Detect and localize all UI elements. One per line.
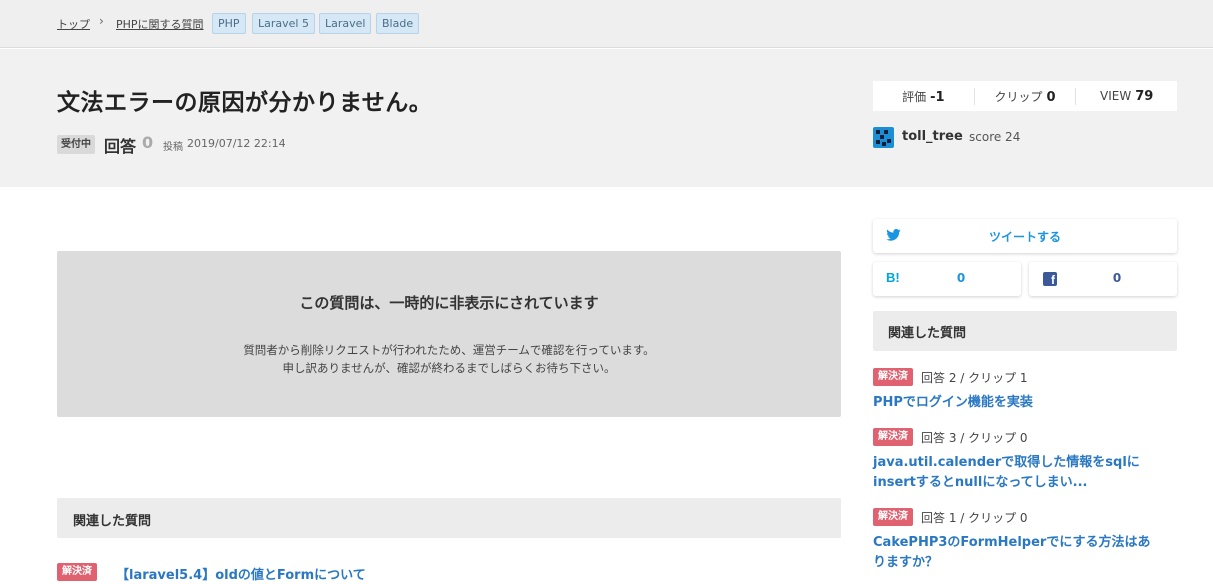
view-label: VIEW [1100,88,1132,103]
list-item: 解決済 回答 1 / クリップ 0 CakePHP3のFormHelperでにす… [873,507,1163,573]
tag-laravel5[interactable]: Laravel 5 [252,13,315,34]
posted-label: 投稿 [163,142,183,153]
view-value: 79 [1135,88,1154,104]
posted-date: 2019/07/12 22:14 [187,137,286,150]
breadcrumb-category-link[interactable]: PHPに関する質問 [116,16,204,32]
tag-php[interactable]: PHP [212,13,246,34]
view-stat: VIEW 79 [1076,89,1177,104]
related-questions-side-header: 関連した質問 [873,311,1177,351]
hidden-question-notice: この質問は、一時的に非表示にされています 質問者から削除リクエストが行われたため… [57,251,841,417]
list-item: 解決済 回答 2 / クリップ 1 PHPでログイン機能を実装 [873,367,1163,413]
list-item: 解決済 回答 3 / クリップ 0 java.util.calenderで取得し… [873,427,1163,493]
solved-badge: 解決済 [873,368,913,386]
related-side-link[interactable]: CakePHP3のFormHelperでにする方法はありますか？ [873,533,1163,573]
breadcrumb-home-link[interactable]: トップ [57,16,90,32]
related-side-heading: 関連した質問 [888,326,967,341]
clip-stat[interactable]: クリップ 0 [975,87,1077,105]
clip-value: 0 [1046,89,1056,105]
solved-badge: 解決済 [873,508,913,526]
rating-label: 評価 [902,89,927,104]
rating-stat: 評価 -1 [873,87,975,105]
avatar[interactable] [873,127,894,148]
solved-badge: 解決済 [873,428,913,446]
related-side-link[interactable]: java.util.calenderで取得した情報をsqlにinsertするとn… [873,453,1163,493]
tag-blade[interactable]: Blade [376,13,420,34]
answer-label: 回答 [104,137,137,156]
hatena-bookmark-button[interactable]: B! 0 [873,262,1021,296]
related-counts: 回答 3 / クリップ 0 [921,430,1028,445]
related-side-link[interactable]: PHPでログイン機能を実装 [873,393,1163,413]
tag-laravel[interactable]: Laravel [319,13,372,34]
related-counts: 回答 1 / クリップ 0 [921,510,1028,525]
clip-label: クリップ [994,89,1043,104]
solved-badge: 解決済 [57,563,97,581]
breadcrumb-separator: › [99,14,104,28]
status-badge: 受付中 [57,135,95,154]
related-questions-main-header: 関連した質問 [57,498,841,538]
question-header: 文法エラーの原因が分かりません。 受付中 回答 0 投稿 2019/07/12 … [0,49,1213,187]
facebook-share-button[interactable]: 0 [1029,262,1177,296]
question-stats: 評価 -1 クリップ 0 VIEW 79 [873,81,1177,111]
notice-title: この質問は、一時的に非表示にされています [299,294,599,312]
rating-value: -1 [930,89,945,105]
user-name-link[interactable]: toll_tree [902,129,963,144]
facebook-count: 0 [1112,271,1122,285]
page-title: 文法エラーの原因が分かりません。 [57,90,433,116]
related-main-link[interactable]: 【laravel5.4】oldの値とFormについて [116,564,366,583]
hatena-count: 0 [956,271,966,285]
related-main-heading: 関連した質問 [73,514,152,529]
tweet-label: ツイートする [988,230,1061,244]
user-score: score 24 [969,130,1021,144]
tweet-button[interactable]: ツイートする [873,219,1177,253]
notice-line-1: 質問者から削除リクエストが行われたため、運営チームで確認を行っています。 [243,343,655,357]
related-counts: 回答 2 / クリップ 1 [921,370,1028,385]
breadcrumb: トップ › PHPに関する質問 PHP Laravel 5 Laravel Bl… [0,0,1213,48]
answer-count: 0 [142,133,154,152]
notice-line-2: 申し訳ありませんが、確認が終わるまでしばらくお待ち下さい。 [282,361,616,375]
